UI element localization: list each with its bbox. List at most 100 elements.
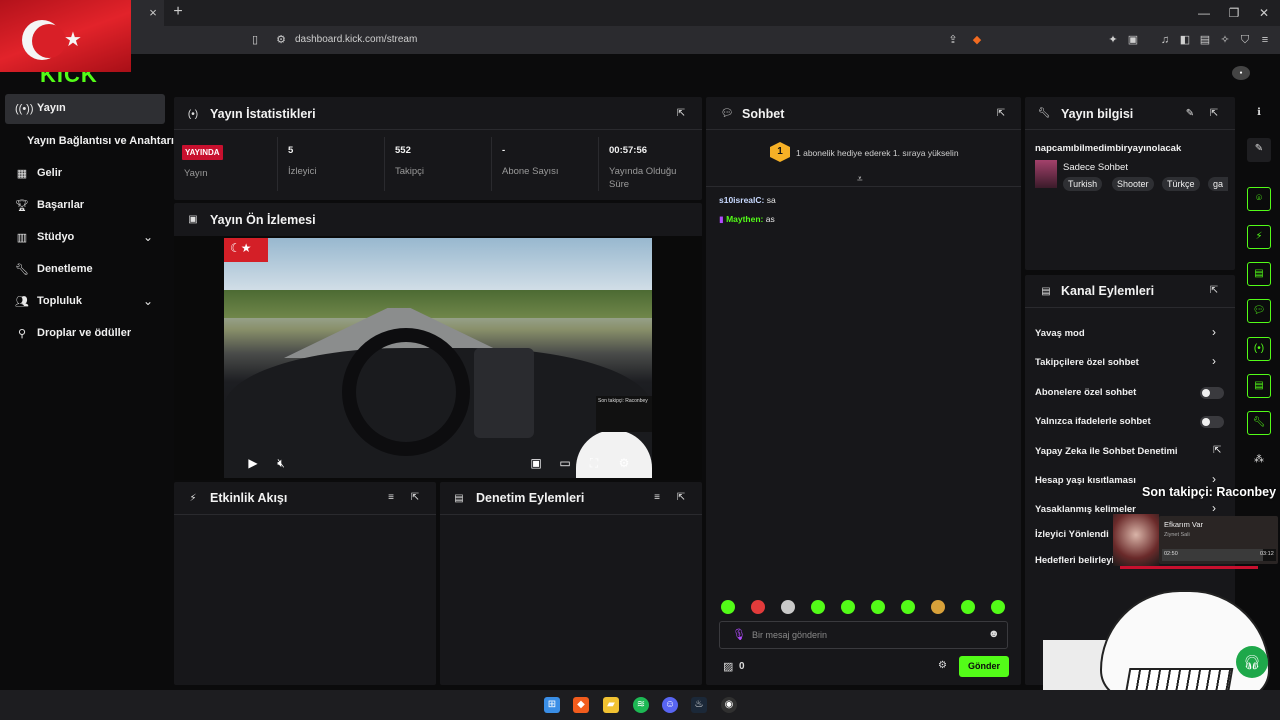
emote-icon[interactable]	[751, 600, 765, 614]
chat-toggle-icon[interactable]: 💬︎	[1247, 299, 1271, 323]
chevron-right-icon[interactable]: ›	[1212, 472, 1216, 486]
sidebar-item-gelir[interactable]: ▦ Gelir	[5, 159, 165, 189]
url-text[interactable]: dashboard.kick.com/stream	[295, 34, 417, 45]
emote-icon[interactable]	[901, 600, 915, 614]
popout-icon[interactable]: ⇱	[1207, 107, 1221, 121]
sidebar-item-topluluk[interactable]: 👥︎ Topluluk ⌄	[5, 287, 165, 317]
emoji-icon[interactable]: ☻	[988, 628, 1000, 640]
popout-icon[interactable]: ⇱	[1207, 284, 1221, 298]
collapse-pinned-icon[interactable]: ⩡	[857, 174, 863, 185]
bookmark-icon[interactable]: ▯	[248, 33, 262, 47]
chevron-right-icon[interactable]: ›	[1212, 325, 1216, 339]
sidebar-item-basarilar[interactable]: 🏆︎ Başarılar	[5, 191, 165, 221]
stream-video[interactable]	[224, 238, 652, 478]
new-tab-button[interactable]: +	[170, 4, 186, 20]
chat-username[interactable]: Maythen:	[726, 214, 763, 224]
wallet-icon[interactable]: ▤	[1198, 33, 1212, 47]
edit-layout-icon[interactable]: ✎	[1247, 138, 1271, 162]
windows-start-icon[interactable]: ⊞	[544, 697, 560, 713]
popout-icon[interactable]: ⇱	[408, 491, 422, 505]
chevron-right-icon[interactable]: ›	[1212, 354, 1216, 368]
file-explorer-icon[interactable]: ▰	[603, 697, 619, 713]
filter-icon[interactable]: ≡	[384, 491, 398, 505]
share-icon[interactable]: ⇪	[946, 33, 960, 47]
pip-icon[interactable]: ▣	[529, 456, 543, 470]
filter-icon[interactable]: ≡	[650, 491, 664, 505]
emote-icon[interactable]	[931, 600, 945, 614]
emote-icon[interactable]	[781, 600, 795, 614]
chat-settings-icon[interactable]: ⚙	[938, 660, 947, 671]
edit-icon[interactable]: ✎	[1183, 107, 1197, 121]
album-cover	[1113, 514, 1159, 566]
sidebar-toggle-icon[interactable]: ◧	[1178, 33, 1192, 47]
fullscreen-icon[interactable]: ⛶	[587, 456, 601, 470]
spotify-icon[interactable]: ≋	[633, 697, 649, 713]
sidebar-item-stream-key[interactable]: Yayın Bağlantısı ve Anahtarı	[5, 127, 174, 157]
steam-icon[interactable]: ♨	[691, 697, 707, 713]
channel-points-icon[interactable]: ▨	[723, 660, 733, 673]
activity-toggle-icon[interactable]: ⚡︎	[1247, 225, 1271, 249]
preview-toggle-icon[interactable]: ⌾	[1247, 187, 1271, 211]
headset-icon: 🎧︎	[1236, 646, 1268, 678]
info-icon[interactable]: ℹ	[1247, 102, 1271, 126]
mute-icon[interactable]: 🔇︎	[274, 456, 288, 470]
info-toggle-icon[interactable]: 🔧︎	[1247, 411, 1271, 435]
obs-icon[interactable]: ◉	[721, 697, 737, 713]
stats-toggle-icon[interactable]: (•)	[1247, 337, 1271, 361]
theater-icon[interactable]: ▭	[558, 456, 572, 470]
tag-chip[interactable]: Turkish	[1063, 177, 1103, 191]
subs-only-toggle[interactable]	[1200, 387, 1224, 399]
chevron-right-icon[interactable]: ›	[1212, 501, 1216, 515]
popout-icon[interactable]: ⇱	[994, 107, 1008, 121]
action-slow-mode[interactable]: Yavaş mod	[1035, 328, 1085, 339]
popout-icon[interactable]: ⇱	[674, 491, 688, 505]
action-followers-only[interactable]: Takipçilere özel sohbet	[1035, 357, 1139, 368]
emote-icon[interactable]	[991, 600, 1005, 614]
action-set-goals[interactable]: Hedefleri belirleyin	[1035, 555, 1120, 566]
leo-ai-icon[interactable]: ✧	[1218, 33, 1232, 47]
brave-shields-icon[interactable]: ◆	[970, 33, 984, 47]
sidebar-item-studyo[interactable]: ▥ Stüdyo ⌄	[5, 223, 165, 253]
extensions-icon[interactable]: ✦	[1106, 33, 1120, 47]
emote-icon[interactable]	[811, 600, 825, 614]
vpn-icon[interactable]: ⛉	[1238, 33, 1252, 47]
emote-icon[interactable]	[721, 600, 735, 614]
sidebar-item-denetleme[interactable]: 🔧︎ Denetleme	[5, 255, 165, 285]
settings-icon[interactable]: ⚙	[617, 456, 631, 470]
menu-icon[interactable]: ≡	[1258, 33, 1272, 47]
sidebar-item-droplar[interactable]: ⚲ Droplar ve ödüller	[5, 319, 165, 349]
close-tab-icon[interactable]: ×	[146, 6, 160, 20]
restore-icon[interactable]: ❐	[1226, 5, 1242, 21]
stream-category[interactable]: Sadece Sohbet	[1063, 162, 1128, 173]
emote-icon[interactable]	[871, 600, 885, 614]
site-info-icon[interactable]: ⚙	[274, 33, 288, 47]
chat-username[interactable]: s10isrealC:	[719, 195, 764, 205]
send-button[interactable]: Gönder	[959, 656, 1009, 677]
play-icon[interactable]: ▶	[246, 456, 260, 470]
tag-chip[interactable]: Shooter	[1112, 177, 1154, 191]
mic-icon[interactable]: 🎙︎	[732, 628, 746, 641]
screenshot-icon[interactable]: ▣	[1126, 33, 1140, 47]
emote-only-toggle[interactable]	[1200, 416, 1224, 428]
emote-icon[interactable]	[841, 600, 855, 614]
action-ai-moderation[interactable]: Yapay Zeka ile Sohbet Denetimi	[1035, 446, 1178, 457]
actions-toggle-icon[interactable]: ▤	[1247, 374, 1271, 398]
more-widgets-icon[interactable]: ⁂	[1247, 449, 1271, 473]
external-link-icon[interactable]: ⇱	[1213, 445, 1221, 456]
tag-chip[interactable]: ga	[1208, 177, 1229, 191]
tag-chip[interactable]: Türkçe	[1162, 177, 1200, 191]
popout-icon[interactable]: ⇱	[674, 107, 688, 121]
emote-icon[interactable]	[961, 600, 975, 614]
chat-message-input[interactable]	[752, 628, 972, 642]
media-icon[interactable]: ♫	[1158, 33, 1172, 47]
action-account-age[interactable]: Hesap yaşı kısıtlaması	[1035, 475, 1136, 486]
stat-value: -	[502, 145, 506, 156]
action-viewer-redirect[interactable]: İzleyici Yönlendi	[1035, 529, 1109, 540]
moderation-toggle-icon[interactable]: ▤	[1247, 262, 1271, 286]
user-avatar[interactable]: ●	[1232, 66, 1250, 80]
window-close-icon[interactable]: ✕	[1256, 5, 1272, 21]
minimize-icon[interactable]: —	[1196, 5, 1212, 21]
sidebar-item-yayin[interactable]: ((•)) Yayın	[5, 94, 165, 124]
brave-browser-icon[interactable]: ◆	[573, 697, 589, 713]
discord-icon[interactable]: ☺	[662, 697, 678, 713]
